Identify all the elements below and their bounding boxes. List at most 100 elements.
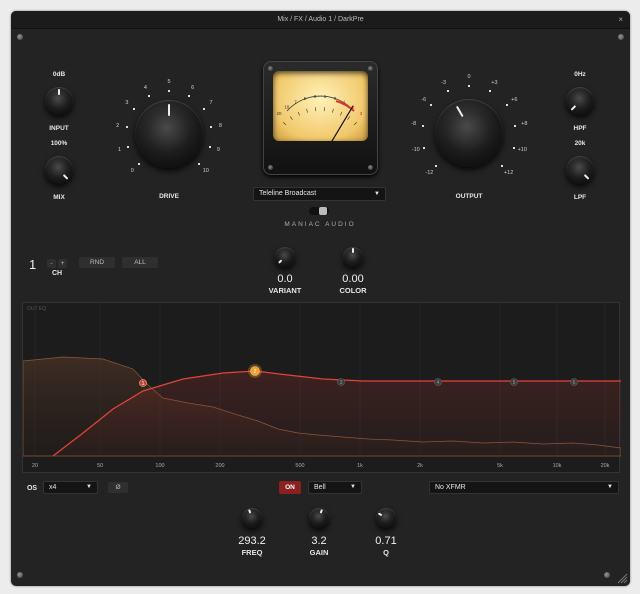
q-label: Q: [383, 548, 389, 557]
output-tick-label: +6: [511, 97, 518, 104]
variant-label: VARIANT: [268, 286, 302, 295]
output-tick-label: -6: [421, 97, 427, 104]
output-tick-label: +10: [517, 147, 527, 154]
vu-scale-mark: [353, 122, 357, 126]
gain-label: GAIN: [309, 548, 329, 557]
output-tick-mark: [434, 165, 437, 168]
transformer-select[interactable]: No XFMR ▼: [429, 481, 619, 494]
drive-tick-mark: [127, 146, 130, 149]
variant-knob[interactable]: [275, 247, 295, 267]
mix-knob[interactable]: [45, 156, 73, 184]
output-tick-mark: [468, 85, 470, 87]
vu-meter-scale: 201075 3 1 0123: [276, 94, 363, 141]
eq-band-node-4[interactable]: 4: [434, 378, 442, 386]
output-tick-mark: [489, 90, 492, 93]
brand-switch[interactable]: [309, 207, 329, 215]
vu-scale-label: 3: [314, 94, 317, 99]
preset-value: Teleline Broadcast: [259, 190, 317, 197]
drive-tick-label: 7: [209, 100, 213, 107]
eq-node-label: 5: [513, 380, 516, 386]
drive-tick-label: 5: [167, 79, 171, 85]
input-value: 0dB: [52, 71, 66, 78]
channel-plus-button[interactable]: +: [58, 259, 67, 268]
channel-label: CH: [51, 270, 63, 277]
eq-freq-label: 10k: [552, 463, 562, 469]
lpf-knob[interactable]: [566, 156, 594, 184]
close-icon[interactable]: ×: [618, 11, 623, 29]
hpf-knob[interactable]: [566, 87, 594, 115]
screw-icon: [618, 34, 624, 40]
vu-meter-face: 20 10 7 5 3 1 0 1 2 3: [273, 71, 368, 141]
filter-type-value: Bell: [314, 484, 326, 491]
band-on-button[interactable]: ON: [279, 481, 301, 494]
screw-icon: [17, 34, 23, 40]
random-button[interactable]: RND: [79, 257, 115, 268]
os-label: OS: [26, 485, 38, 492]
eq-freq-label: 50: [96, 463, 104, 469]
output-tick-label: -10: [411, 147, 420, 154]
color-knob[interactable]: [343, 247, 363, 267]
hpf-value: 0Hz: [574, 71, 586, 78]
eq-band-node-3[interactable]: 3: [337, 378, 345, 386]
drive-tick-mark: [148, 94, 151, 97]
eq-freq-label: 500: [295, 463, 305, 469]
channel-minus-button[interactable]: -: [47, 259, 56, 268]
vu-scale-label: 20: [276, 111, 282, 116]
vu-scale-mark: [347, 116, 351, 120]
output-tick-label: +8: [521, 121, 528, 128]
drive-tick-label: 0: [130, 167, 134, 174]
title-bar: Mix / FX / Audio 1 / DarkPre ×: [11, 11, 630, 29]
chevron-down-icon: ▼: [607, 484, 613, 490]
drive-tick-mark: [187, 94, 190, 97]
drive-tick-label: 1: [118, 147, 122, 154]
plugin-window: Mix / FX / Audio 1 / DarkPre × 0dB INPUT…: [11, 11, 630, 586]
eq-node-label: 2: [254, 369, 257, 375]
screw-icon: [17, 572, 23, 578]
drive-tick-label: 9: [216, 147, 220, 154]
drive-knob[interactable]: [135, 100, 203, 168]
eq-band-node-2[interactable]: 2: [248, 364, 262, 378]
resize-handle-icon[interactable]: [616, 572, 628, 584]
output-tick-label: -12: [425, 169, 434, 176]
color-label: COLOR: [339, 286, 367, 295]
gain-knob[interactable]: [309, 508, 329, 528]
lpf-label: LPF: [573, 194, 587, 201]
freq-knob[interactable]: [242, 508, 262, 528]
eq-band-node-1[interactable]: 1: [139, 379, 147, 387]
drive-tick-label: 10: [202, 167, 209, 174]
eq-freq-label: 5k: [497, 463, 503, 469]
output-tick-mark: [512, 146, 515, 149]
eq-band-node-5[interactable]: 5: [510, 378, 518, 386]
drive-tick-label: 4: [143, 84, 147, 91]
drive-tick-mark: [198, 163, 201, 166]
output-tick-label: +3: [491, 80, 498, 87]
output-tick-label: -8: [411, 121, 417, 128]
output-tick-mark: [514, 124, 517, 127]
output-label: OUTPUT: [455, 193, 483, 200]
variant-value: 0.0: [277, 273, 293, 285]
lpf-value: 20k: [574, 140, 586, 147]
drive-tick-label: 3: [125, 100, 129, 107]
q-knob[interactable]: [376, 508, 396, 528]
mix-value: 100%: [50, 140, 68, 147]
vu-scale-label: 3: [360, 111, 363, 116]
drive-tick-mark: [133, 107, 136, 110]
all-button[interactable]: ALL: [122, 257, 158, 268]
eq-band-node-6[interactable]: 6: [570, 378, 578, 386]
preset-select[interactable]: Teleline Broadcast ▼: [253, 187, 386, 201]
phase-invert-button[interactable]: Ø: [108, 482, 128, 493]
filter-type-select[interactable]: Bell ▼: [308, 481, 362, 494]
screw-icon: [604, 572, 610, 578]
eq-display[interactable]: OUT EQ 123456 20 50 100 200 500 1k 2k 5k 10k 20k: [22, 302, 621, 473]
hpf-label: HPF: [573, 125, 587, 132]
vu-scale-mark: [289, 116, 293, 120]
os-value: x4: [49, 484, 57, 491]
output-tick-label: +12: [503, 169, 514, 176]
input-knob[interactable]: [45, 87, 73, 115]
output-knob[interactable]: [435, 99, 503, 167]
brand-name: MANIAC AUDIO: [284, 221, 356, 228]
output-tick-mark: [423, 146, 426, 149]
eq-freq-label: 100: [155, 463, 165, 469]
chevron-down-icon: ▼: [374, 191, 380, 197]
oversampling-select[interactable]: x4 ▼: [43, 481, 98, 494]
